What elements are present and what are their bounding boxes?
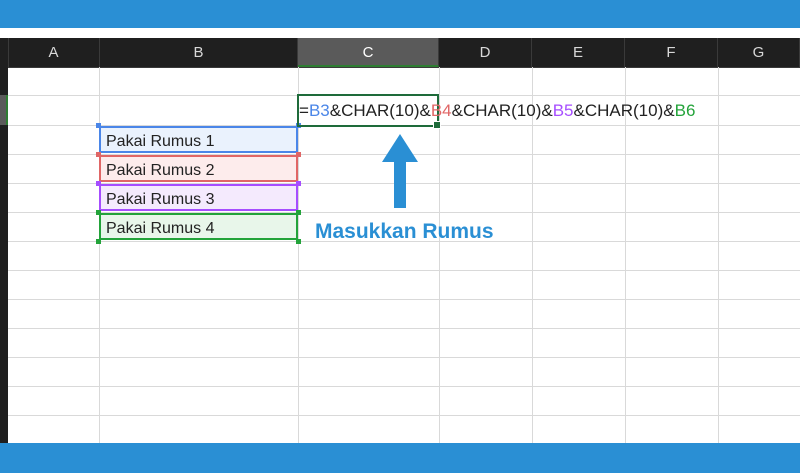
cell-b6[interactable]: Pakai Rumus 4 bbox=[99, 213, 298, 240]
formula-text: &CHAR(10)& bbox=[451, 101, 553, 120]
formula-text: &CHAR(10)& bbox=[573, 101, 675, 120]
formula-ref-b4: B4 bbox=[430, 101, 452, 120]
formula-in-cell[interactable]: =B3&CHAR(10)&B4&CHAR(10)&B5&CHAR(10)&B6 bbox=[299, 99, 695, 123]
cell-b5[interactable]: Pakai Rumus 3 bbox=[99, 184, 298, 211]
ref-handle-b6[interactable] bbox=[296, 210, 301, 215]
ref-handle-b6[interactable] bbox=[96, 239, 101, 244]
ref-handle-b4[interactable] bbox=[296, 152, 301, 157]
gridline bbox=[8, 299, 800, 300]
arrow-up-icon bbox=[382, 134, 418, 208]
column-header-a[interactable]: A bbox=[8, 38, 100, 67]
row-header-3-selected[interactable] bbox=[0, 95, 8, 125]
formula-ref-b6: B6 bbox=[674, 101, 696, 120]
ref-handle-b4[interactable] bbox=[96, 152, 101, 157]
formula-ref-b3: B3 bbox=[308, 101, 330, 120]
column-header-b[interactable]: B bbox=[100, 38, 298, 67]
column-header-g[interactable]: G bbox=[718, 38, 800, 67]
column-header-c[interactable]: C bbox=[298, 38, 439, 67]
column-header-f[interactable]: F bbox=[625, 38, 718, 67]
ref-handle-b6[interactable] bbox=[96, 210, 101, 215]
annotation-label: Masukkan Rumus bbox=[315, 220, 494, 243]
gridline bbox=[8, 386, 800, 387]
gridline bbox=[8, 328, 800, 329]
gridline bbox=[8, 415, 800, 416]
cell-b3[interactable]: Pakai Rumus 1 bbox=[99, 126, 298, 153]
gridline bbox=[8, 270, 800, 271]
ref-handle-b3[interactable] bbox=[96, 123, 101, 128]
formula-equals: = bbox=[299, 101, 309, 120]
column-header-e[interactable]: E bbox=[532, 38, 625, 67]
formula-ref-b5: B5 bbox=[552, 101, 574, 120]
ref-handle-b5[interactable] bbox=[96, 181, 101, 186]
ref-handle-b6[interactable] bbox=[296, 239, 301, 244]
formula-text: &CHAR(10)& bbox=[329, 101, 431, 120]
bottom-frame-bar bbox=[0, 443, 800, 473]
gridline bbox=[8, 357, 800, 358]
ref-handle-b5[interactable] bbox=[296, 181, 301, 186]
column-header-d[interactable]: D bbox=[439, 38, 532, 67]
top-frame-bar bbox=[0, 0, 800, 28]
cell-b4[interactable]: Pakai Rumus 2 bbox=[99, 155, 298, 182]
column-header-bar: A B C D E F G bbox=[0, 38, 800, 68]
